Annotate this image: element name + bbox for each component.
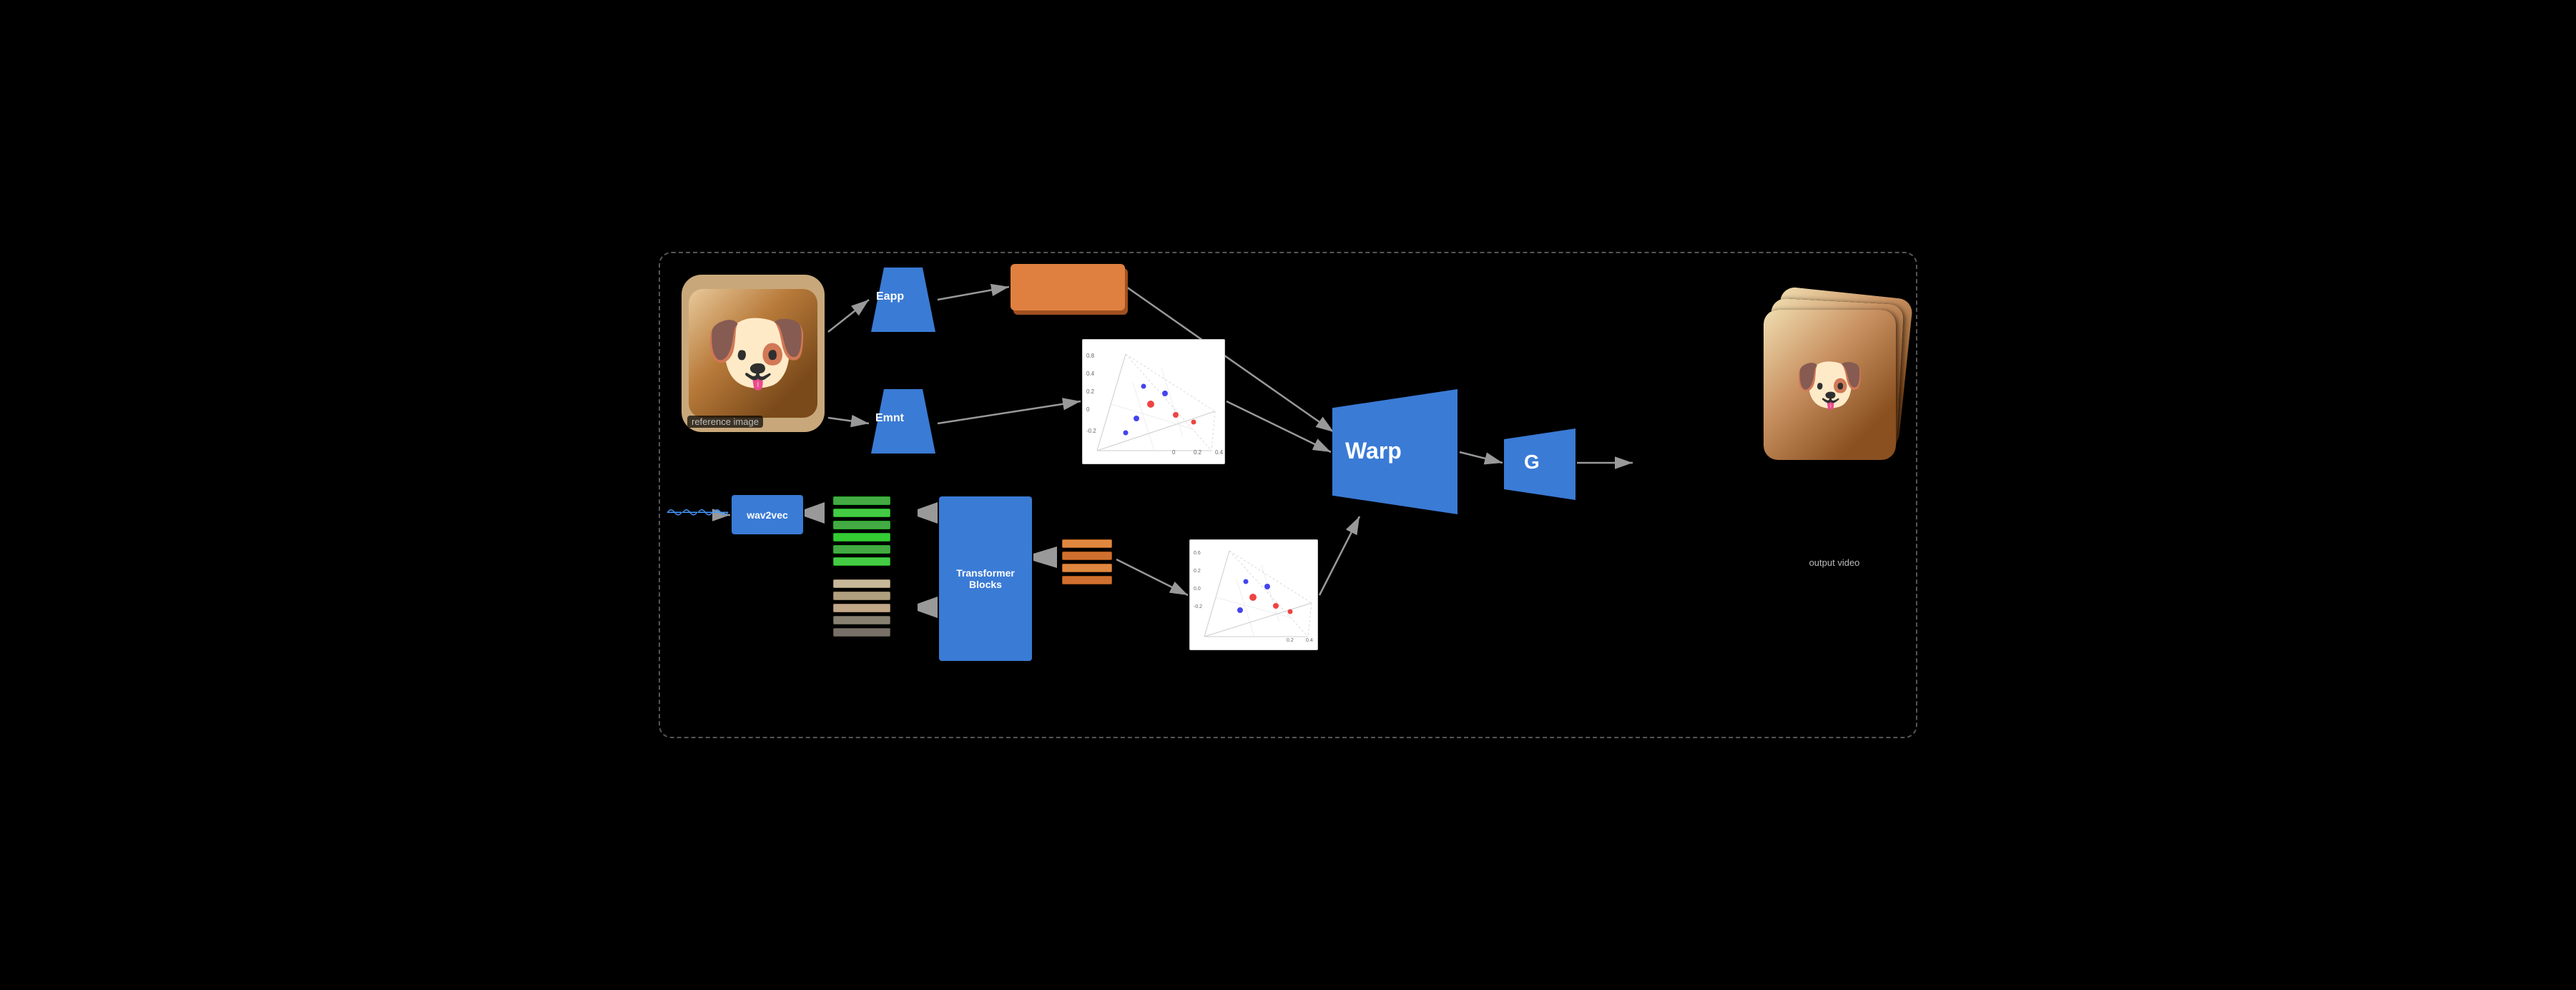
svg-text:0.2: 0.2 — [1086, 388, 1095, 395]
reference-image: reference image — [682, 275, 825, 432]
arrows-overlay — [660, 253, 1916, 737]
eapp-encoder-block — [871, 268, 935, 332]
appearance-feature-box — [1011, 264, 1125, 310]
svg-text:0.4: 0.4 — [1215, 449, 1224, 456]
wav2vec-block: wav2vec — [732, 495, 803, 534]
svg-text:0.2: 0.2 — [1287, 638, 1294, 643]
transformer-label: Transformer Blocks — [956, 567, 1015, 590]
svg-text:0.0: 0.0 — [1194, 587, 1201, 592]
reference-image-label: reference image — [687, 416, 763, 428]
diagram-container: ⏦⏦⏦⏦ reference image Eapp Emnt — [659, 252, 1917, 738]
output-card-front: 🐶 — [1764, 310, 1896, 460]
svg-text:0.6: 0.6 — [1194, 551, 1201, 556]
wav2vec-label: wav2vec — [747, 509, 788, 521]
orange-lines-stack — [1062, 539, 1112, 584]
dog-face-image — [689, 289, 817, 418]
warp-block — [1332, 389, 1457, 514]
scatter-plot-motion: 0.4 0.2 0 0.8 0.4 0.2 0 -0.2 — [1082, 339, 1225, 464]
svg-text:0: 0 — [1086, 406, 1090, 413]
output-video-stack: 🐶 🐶 🐶 output video — [1763, 293, 1906, 543]
svg-text:0.2: 0.2 — [1194, 569, 1201, 574]
svg-text:0: 0 — [1172, 449, 1176, 456]
generator-block — [1504, 428, 1575, 500]
svg-text:0.2: 0.2 — [1194, 449, 1202, 456]
green-lines-stack — [833, 496, 890, 566]
neutral-lines-stack — [833, 579, 890, 637]
svg-text:0.8: 0.8 — [1086, 353, 1095, 359]
svg-text:-0.2: -0.2 — [1086, 428, 1096, 434]
emnt-encoder-block — [871, 389, 935, 454]
svg-text:0.4: 0.4 — [1086, 371, 1095, 377]
transformer-blocks: Transformer Blocks — [939, 496, 1032, 661]
svg-text:-0.2: -0.2 — [1194, 604, 1202, 609]
svg-text:0.4: 0.4 — [1306, 638, 1313, 643]
sound-wave-icon: ⏦⏦⏦⏦ — [666, 500, 727, 524]
scatter-plot-audio: 0.4 0.2 0.6 0.2 0.0 -0.2 — [1189, 539, 1318, 650]
